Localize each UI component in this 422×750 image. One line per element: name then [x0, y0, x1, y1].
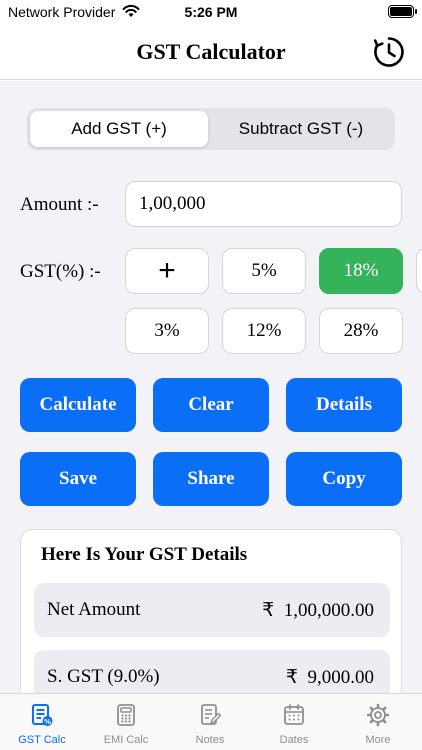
tab-label: Dates — [279, 734, 309, 746]
gst-calc-icon: % — [32, 704, 53, 726]
save-button[interactable]: Save — [20, 452, 136, 506]
clear-button[interactable]: Clear — [153, 378, 269, 432]
detail-value: ₹ 9,000.00 — [286, 666, 374, 689]
svg-text:%: % — [44, 718, 51, 726]
tab-emi-calc[interactable]: EMI Calc — [84, 694, 168, 750]
amount-input[interactable]: 1,00,000 — [125, 181, 402, 227]
status-bar: Network Provider 5:26 PM — [0, 0, 422, 26]
detail-row-sgst: S. GST (9.0%) ₹ 9,000.00 — [34, 650, 390, 693]
gear-icon — [367, 703, 389, 727]
tab-bar: % GST Calc EMI Calc Notes Dates More — [0, 693, 422, 750]
tab-label: EMI Calc — [103, 734, 149, 746]
rate-3-button[interactable]: 3% — [125, 308, 209, 354]
rupee-symbol: ₹ — [262, 600, 275, 621]
notes-icon — [201, 704, 221, 725]
detail-label: Net Amount — [47, 599, 141, 620]
tab-dates[interactable]: Dates — [252, 694, 336, 750]
mode-segmented-control: Add GST (+) Subtract GST (-) — [27, 108, 395, 150]
clock-history-icon[interactable] — [372, 35, 406, 69]
tab-notes[interactable]: Notes — [168, 694, 252, 750]
share-button[interactable]: Share — [153, 452, 269, 506]
details-title: Here Is Your GST Details — [41, 544, 248, 565]
main-content: Add GST (+) Subtract GST (-) Amount :- 1… — [0, 81, 422, 693]
calculate-button[interactable]: Calculate — [20, 378, 136, 432]
subtract-gst-segment[interactable]: Subtract GST (-) — [211, 111, 391, 147]
calendar-icon — [284, 704, 304, 725]
status-time: 5:26 PM — [184, 4, 238, 20]
tab-gst-calc[interactable]: % GST Calc — [0, 694, 84, 750]
tab-more[interactable]: More — [336, 694, 420, 750]
calculator-icon — [117, 704, 135, 726]
detail-amount: 1,00,000.00 — [283, 600, 374, 621]
rate-5-button[interactable]: 5% — [222, 248, 306, 294]
rupee-symbol: ₹ — [285, 667, 298, 688]
battery-icon — [388, 5, 417, 18]
detail-row-net-amount: Net Amount ₹ 1,00,000.00 — [34, 583, 390, 637]
details-button[interactable]: Details — [286, 378, 402, 432]
tab-label: More — [365, 734, 391, 746]
tab-label: GST Calc — [18, 734, 66, 746]
detail-value: ₹ 1,00,000.00 — [262, 599, 374, 622]
rate-partial-button[interactable] — [416, 248, 422, 294]
page-title: GST Calculator — [136, 39, 286, 64]
rate-18-button[interactable]: 18% — [319, 248, 403, 294]
tab-label: Notes — [195, 734, 225, 746]
rate-28-button[interactable]: 28% — [319, 308, 403, 354]
rate-12-button[interactable]: 12% — [222, 308, 306, 354]
detail-label: S. GST (9.0%) — [47, 666, 160, 687]
detail-amount: 9,000.00 — [307, 667, 375, 688]
navigation-bar: GST Calculator — [0, 26, 422, 80]
gst-percent-label: GST(%) :- — [20, 261, 101, 282]
gst-details-card: Here Is Your GST Details Net Amount ₹ 1,… — [20, 529, 402, 693]
copy-button[interactable]: Copy — [286, 452, 402, 506]
add-custom-rate-button[interactable]: + — [125, 248, 209, 294]
amount-label: Amount :- — [20, 194, 99, 215]
add-gst-segment[interactable]: Add GST (+) — [30, 111, 208, 147]
